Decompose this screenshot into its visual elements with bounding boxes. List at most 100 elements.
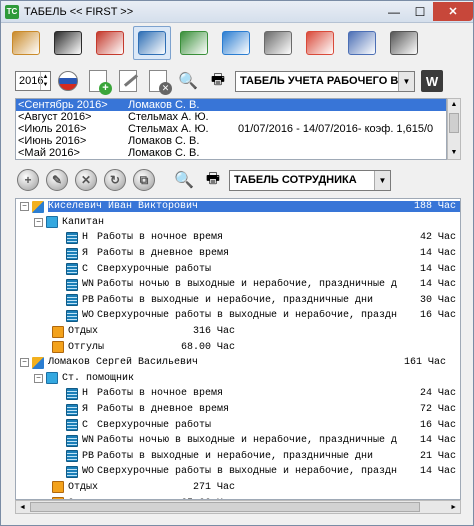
work-line[interactable]: С Сверхурочные работы 14 Час xyxy=(16,261,460,277)
hours-value: 42 Час xyxy=(419,232,456,244)
work-line[interactable]: PB Работы в выходные и нерабочие, праздни… xyxy=(16,449,460,465)
move-employee-button[interactable]: ↻ xyxy=(102,167,128,193)
collapse-toggle[interactable]: − xyxy=(34,217,43,227)
period-row[interactable]: <Июнь 2016> Ломаков С. В. xyxy=(16,135,446,147)
employee-name: Ломаков Сергей Васильевич xyxy=(48,357,199,369)
print-button[interactable]: 🖶 xyxy=(205,68,231,94)
calendar-button[interactable] xyxy=(175,26,213,60)
clock-icon xyxy=(96,31,124,55)
employee-node[interactable]: − Киселевич Иван Викторович 188 Час xyxy=(16,199,460,215)
work-line[interactable]: Н Работы в ночное время 42 Час xyxy=(16,230,460,246)
card-index-icon xyxy=(12,31,40,55)
hours-value: 316 Час xyxy=(192,326,235,338)
hours-value: 271 Час xyxy=(192,481,235,493)
work-line[interactable]: WO Сверхурочные работы в выходные и нераб… xyxy=(16,464,460,480)
work-code: PB xyxy=(82,294,95,306)
period-row[interactable]: <Июль 2016> Стельмах А. Ю. 01/07/2016 - 14… xyxy=(16,123,446,135)
position-node[interactable]: − Капитан xyxy=(16,215,460,231)
work-code: Н xyxy=(82,232,89,244)
timesheet-button[interactable] xyxy=(133,26,171,60)
rest-label: Отдых xyxy=(68,326,99,338)
work-line[interactable]: С Сверхурочные работы 16 Час xyxy=(16,417,460,433)
lifebuoy-button[interactable] xyxy=(301,26,339,60)
work-description: Работы в дневное время xyxy=(97,404,230,416)
calendar-icon xyxy=(180,31,208,55)
card-index-button[interactable] xyxy=(7,26,45,60)
report-type-combo[interactable]: ТАБЕЛЬ СОТРУДНИКА ▼ xyxy=(229,169,391,191)
settings-doc-button[interactable] xyxy=(259,26,297,60)
position-node[interactable]: − Ст. помощник xyxy=(16,371,460,387)
work-line[interactable]: Н Работы в ночное время 24 Час xyxy=(16,386,460,402)
users-button[interactable] xyxy=(49,26,87,60)
spin-arrows[interactable]: ▲ ▼ xyxy=(40,72,50,90)
edit-employee-button[interactable]: ✎ xyxy=(44,167,70,193)
work-code: WN xyxy=(82,435,95,447)
copy-employee-button[interactable]: ⧉ xyxy=(131,167,157,193)
document-icon xyxy=(66,387,78,400)
work-line[interactable]: WO Сверхурочные работы в выходные и нераб… xyxy=(16,308,460,324)
safe-button[interactable] xyxy=(217,26,255,60)
word-export-button[interactable]: W xyxy=(419,68,445,94)
work-code: PB xyxy=(82,450,95,462)
collapse-toggle[interactable]: − xyxy=(34,373,43,383)
hours-value: 68.00 Час xyxy=(180,341,235,353)
year-spinner[interactable]: 2016 ▲ ▼ xyxy=(15,71,51,91)
period-month: <Июль 2016> xyxy=(18,123,87,135)
close-button[interactable]: ✕ xyxy=(433,2,473,21)
clock-button[interactable] xyxy=(91,26,129,60)
printer-icon: 🖶 xyxy=(205,169,221,187)
flag-button[interactable] xyxy=(55,68,81,94)
title-bar[interactable]: TC ТАБЕЛЬ << FIRST >> — ☐ ✕ xyxy=(1,1,473,23)
edit-sheet-button[interactable] xyxy=(115,68,141,94)
work-code: WO xyxy=(82,310,95,322)
period-row[interactable]: <Август 2016> Стельмах А. Ю. xyxy=(16,111,446,123)
work-line[interactable]: WN Работы ночью в выходные и нерабочие, п… xyxy=(16,433,460,449)
period-row[interactable]: <Сентябрь 2016> Ломаков С. В. xyxy=(16,99,446,111)
export-button[interactable] xyxy=(343,26,381,60)
work-line[interactable]: Я Работы в дневное время 14 Час xyxy=(16,246,460,262)
rest-node[interactable]: Отдых 271 Час xyxy=(16,480,460,496)
pencil-icon: ✎ xyxy=(46,169,68,191)
rest-node[interactable]: Отдых 316 Час xyxy=(16,324,460,340)
work-line[interactable]: PB Работы в выходные и нерабочие, праздни… xyxy=(16,293,460,309)
add-employee-button[interactable]: + xyxy=(15,167,41,193)
sheet-type-combo[interactable]: ТАБЕЛЬ УЧЕТА РАБОЧЕГО ВРЕМЕН ▼ xyxy=(235,70,415,92)
edit-doc-icon xyxy=(119,70,139,92)
hours-value: 30 Час xyxy=(419,294,456,306)
collapse-toggle[interactable]: − xyxy=(20,358,29,368)
collapse-toggle[interactable]: − xyxy=(20,202,29,212)
employee-search-button[interactable]: 🔍 xyxy=(171,167,197,193)
time-off-node[interactable]: Отгулы 68.00 Час xyxy=(16,339,460,355)
periods-list[interactable]: <Сентябрь 2016> Ломаков С. В. <Август 2016… xyxy=(15,98,447,160)
employee-tree[interactable]: − Киселевич Иван Викторович 188 Час − Капита… xyxy=(15,198,461,500)
search-icon: 🔍 xyxy=(174,172,194,189)
minimize-button[interactable]: — xyxy=(381,2,407,22)
chevron-down-icon[interactable]: ▼ xyxy=(374,170,390,190)
work-description: Работы ночью в выходные и нерабочие, пра… xyxy=(97,279,398,291)
add-sheet-button[interactable]: + xyxy=(85,68,112,95)
search-button[interactable]: 🔍 xyxy=(175,68,201,94)
delete-employee-button[interactable]: ✕ xyxy=(73,167,99,193)
delete-doc-icon: ✕ xyxy=(149,70,172,95)
period-month: <Июнь 2016> xyxy=(18,135,87,147)
copy-icon: ⧉ xyxy=(133,169,155,191)
settings-doc-icon xyxy=(264,31,292,55)
hours-value: 21 Час xyxy=(419,450,456,462)
employee-print-button[interactable]: 🖶 xyxy=(200,167,226,193)
period-month: <Август 2016> xyxy=(18,111,92,123)
work-line[interactable]: WN Работы ночью в выходные и нерабочие, п… xyxy=(16,277,460,293)
folder-icon xyxy=(46,216,58,229)
employee-node[interactable]: − Ломаков Сергей Васильевич 161 Час xyxy=(16,355,460,371)
export-icon xyxy=(348,31,376,55)
tree-horizontal-scrollbar[interactable]: ◄ ► xyxy=(15,500,461,514)
period-row[interactable]: <Май 2016> Ломаков С. В. xyxy=(16,147,446,159)
chevron-down-icon[interactable]: ▼ xyxy=(398,71,414,91)
work-description: Работы в ночное время xyxy=(97,388,224,400)
delete-sheet-button[interactable]: ✕ xyxy=(145,68,172,95)
work-description: Работы в ночное время xyxy=(97,232,224,244)
camera-button[interactable] xyxy=(385,26,423,60)
work-line[interactable]: Я Работы в дневное время 72 Час xyxy=(16,402,460,418)
periods-scrollbar[interactable]: ▲ ▼ xyxy=(447,98,461,160)
maximize-button[interactable]: ☐ xyxy=(407,2,433,22)
document-icon xyxy=(66,247,78,260)
